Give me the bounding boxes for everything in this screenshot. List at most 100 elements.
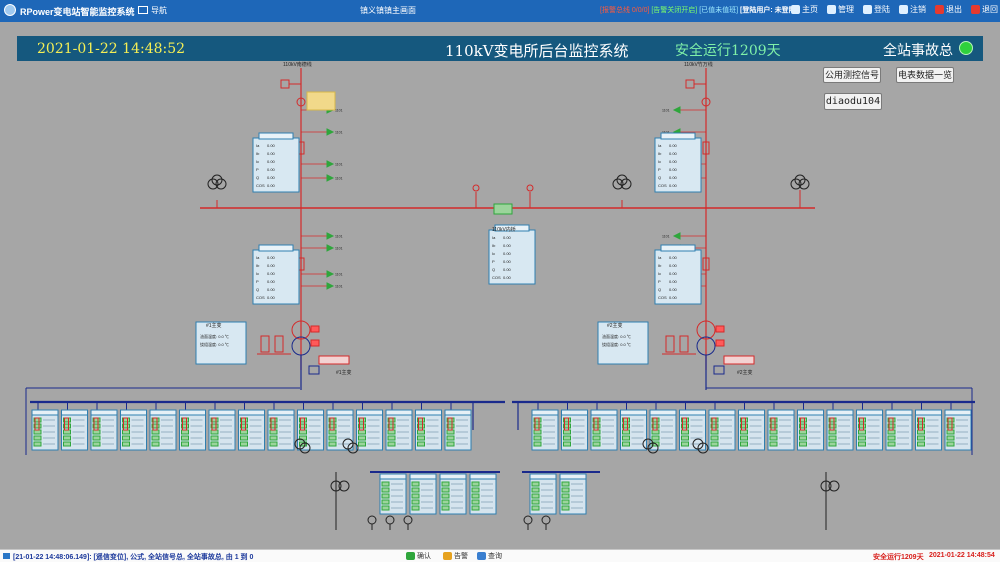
station-fault-lamp-icon[interactable] xyxy=(959,41,973,55)
device-tag: 1101 xyxy=(335,285,343,289)
status-led xyxy=(531,493,540,499)
meas-panel-left-lower-row-value: 0.00 xyxy=(267,255,276,260)
menu-item-label: 登陆 xyxy=(874,5,890,14)
menu-item-exit[interactable]: 退出 xyxy=(935,4,962,15)
diagram-base: 1101 1101 1101 1101 1101 1101 1101 1101 1101 1101… xyxy=(25,68,975,530)
meas-panel-left-lower-title xyxy=(258,244,294,252)
device-tag: 1101 xyxy=(335,273,343,277)
status-led xyxy=(710,441,719,447)
status-led xyxy=(417,429,425,435)
meas-panel-right-upper-title xyxy=(660,132,696,140)
right-incoming-label: 110kV竹万线 xyxy=(684,61,713,68)
status-led xyxy=(887,429,896,435)
status-led xyxy=(387,441,396,447)
meas-panel-left-upper-row-label: P xyxy=(256,167,259,172)
capacitor-icon xyxy=(523,515,533,525)
single-line-diagram: 1101 1101 1101 1101 1101 1101 1101 1101 1101 1101… xyxy=(25,61,975,530)
status-led xyxy=(561,505,570,511)
meas-panel-right-upper-row-label: COS xyxy=(658,183,667,188)
alarm-button[interactable]: 告警 xyxy=(443,551,468,561)
status-led xyxy=(561,487,570,493)
status-led xyxy=(33,429,42,435)
status-led xyxy=(799,435,807,441)
meas-panel-right-upper-row-value: 0.00 xyxy=(669,183,678,188)
status-led xyxy=(563,429,571,435)
status-led xyxy=(917,435,925,441)
app-logo-icon xyxy=(4,4,16,16)
device-tag: 1101 xyxy=(662,109,670,113)
status-led xyxy=(828,429,837,435)
grounding-switch-icon xyxy=(326,174,335,182)
feeder-cabinet-title xyxy=(620,409,647,416)
status-led xyxy=(181,429,189,435)
grounding-switch-icon xyxy=(326,128,335,136)
status-led xyxy=(799,441,807,447)
status-led xyxy=(417,435,425,441)
status-led xyxy=(769,435,778,441)
nav-button[interactable]: 导航 xyxy=(138,5,167,16)
status-led xyxy=(946,429,955,435)
status-led xyxy=(411,493,420,499)
indicator-icon xyxy=(310,339,320,347)
confirm-button[interactable]: 确认 xyxy=(406,551,431,561)
menu-item-manage[interactable]: 管理 xyxy=(827,4,854,15)
bottom-status-bar: [21-01-22 14:48:06.149]: [遥信变位], 公式, 全站信… xyxy=(0,549,1000,562)
status-led xyxy=(681,441,689,447)
bottom-safe-run: 安全运行1209天 xyxy=(873,554,924,561)
header-datetime: 2021-01-22 14:48:52 xyxy=(37,41,186,57)
status-led xyxy=(561,493,570,499)
indicator-icon xyxy=(715,325,725,333)
status-led xyxy=(441,499,450,505)
meas-panel-bus-section-row-value: 0.00 xyxy=(503,259,512,264)
status-led xyxy=(411,505,420,511)
menu-item-home[interactable]: 主页 xyxy=(791,4,818,15)
menu-item-login[interactable]: 登陆 xyxy=(863,4,890,15)
feeder-cabinet-title xyxy=(590,409,618,416)
status-led xyxy=(740,429,748,435)
transformer-neutral-icon xyxy=(665,335,675,353)
status-led xyxy=(381,487,390,493)
device-tag: 1101 xyxy=(335,235,343,239)
status-led xyxy=(446,441,455,447)
login-user-label: [登陆用户: xyxy=(740,7,773,14)
meas-panel-right-lower-row-label: Q xyxy=(658,287,661,292)
status-led xyxy=(828,435,837,441)
tap-position-box xyxy=(723,355,755,365)
device-tag: 1101 xyxy=(335,109,343,113)
meas-panel-right-lower-row-value: 0.00 xyxy=(669,279,678,284)
menu-item-back[interactable]: 退回 xyxy=(971,4,998,15)
status-led xyxy=(417,441,425,447)
pt-icon xyxy=(616,174,628,186)
status-led xyxy=(622,435,630,441)
meas-panel-left-upper-row-value: 0.00 xyxy=(267,151,276,156)
status-led xyxy=(471,499,480,505)
query-button[interactable]: 查询 xyxy=(477,551,502,561)
capacitor-icon xyxy=(541,515,551,525)
meas-panel-bus-section-row-label: COS xyxy=(492,275,501,280)
status-led xyxy=(471,481,480,487)
status-led xyxy=(441,493,450,499)
indicator-icon xyxy=(310,325,320,333)
sub-bus-cabinet-title xyxy=(469,473,497,480)
feeder-cabinet-title xyxy=(649,409,677,416)
status-led xyxy=(240,429,248,435)
log-icon xyxy=(3,553,10,559)
menu-item-logout[interactable]: 注销 xyxy=(899,4,926,15)
status-led xyxy=(92,435,101,441)
status-led xyxy=(328,429,337,435)
status-led xyxy=(799,429,807,435)
status-led xyxy=(531,505,540,511)
status-led xyxy=(328,435,337,441)
header-band: 2021-01-22 14:48:52 110kV变电所后台监控系统 安全运行1… xyxy=(17,36,983,61)
status-led xyxy=(592,441,601,447)
status-led xyxy=(210,429,219,435)
status-led xyxy=(533,435,542,441)
meas-panel-left-lower-row-label: COS xyxy=(256,295,265,300)
meas-panel-left-upper-row-value: 0.00 xyxy=(267,175,276,180)
transformer-neutral-icon xyxy=(260,335,270,353)
status-led xyxy=(269,429,278,435)
meas-panel-bus-section-row-value: 0.00 xyxy=(503,243,512,248)
status-led xyxy=(531,481,540,487)
meas-panel-left-lower-row-value: 0.00 xyxy=(267,287,276,292)
status-led xyxy=(441,481,450,487)
